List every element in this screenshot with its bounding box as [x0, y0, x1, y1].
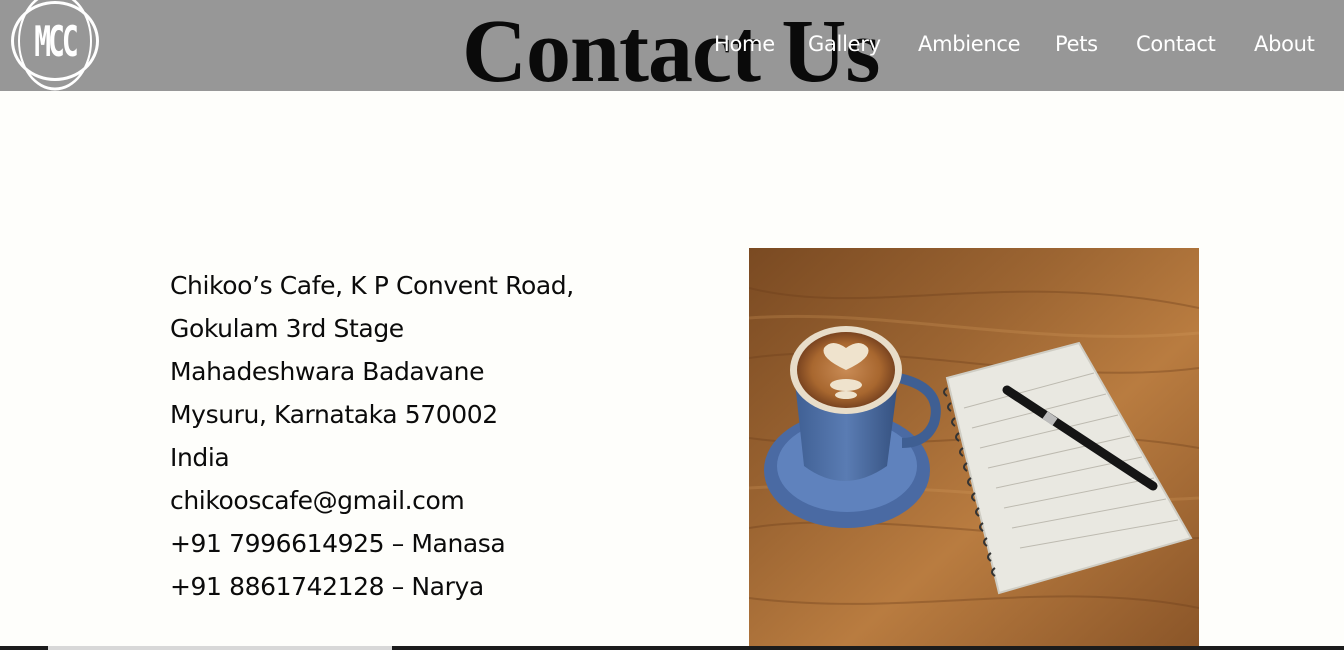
nav-contact[interactable]: Contact: [1136, 29, 1216, 59]
bottom-divider-highlight: [48, 646, 392, 650]
contact-phone-manasa[interactable]: +91 7996614925 – Manasa: [170, 522, 650, 565]
contact-phone-narya[interactable]: +91 8861742128 – Narya: [170, 565, 650, 608]
address-line-1: Chikoo’s Cafe, K P Convent Road,: [170, 271, 574, 300]
contact-address-block: Chikoo’s Cafe, K P Convent Road, Gokulam…: [170, 264, 650, 608]
address-country: India: [170, 443, 230, 472]
coffee-notebook-photo: [749, 248, 1199, 650]
nav-home[interactable]: Home: [714, 29, 775, 59]
contact-email[interactable]: chikooscafe@gmail.com: [170, 479, 650, 522]
nav-gallery[interactable]: Gallery: [808, 29, 881, 59]
address-line-3: Mahadeshwara Badavane: [170, 357, 485, 386]
main-nav: Home Gallery Ambience Pets Contact About: [0, 29, 1344, 61]
nav-pets[interactable]: Pets: [1055, 29, 1098, 59]
site-header: MCC Contact Us Home Gallery Ambience Pet…: [0, 0, 1344, 101]
nav-ambience[interactable]: Ambience: [918, 29, 1021, 59]
address-line-4: Mysuru, Karnataka 570002: [170, 400, 498, 429]
nav-about[interactable]: About: [1254, 29, 1315, 59]
address-line-2: Gokulam 3rd Stage: [170, 314, 404, 343]
